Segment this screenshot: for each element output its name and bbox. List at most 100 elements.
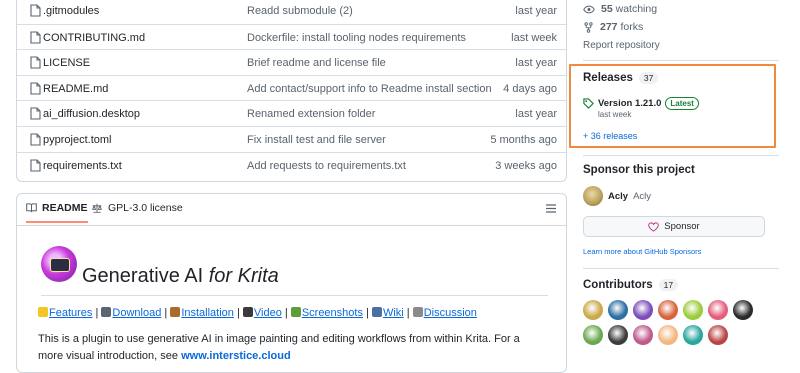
contributor-avatar[interactable] xyxy=(608,300,628,320)
contributor-avatar[interactable] xyxy=(633,325,653,345)
readme-link-discussion[interactable]: Discussion xyxy=(424,307,477,319)
contributor-avatar[interactable] xyxy=(633,300,653,320)
release-version: Version 1.21.0 xyxy=(598,98,662,109)
forks-stat[interactable]: 277 forks xyxy=(583,21,643,33)
contributor-avatar[interactable] xyxy=(608,325,628,345)
film-icon xyxy=(242,307,253,317)
releases-heading[interactable]: Releases 37 xyxy=(583,72,659,84)
commit-message-link[interactable]: Dockerfile: install tooling nodes requir… xyxy=(247,32,466,44)
commit-message-link[interactable]: Add requests to requirements.txt xyxy=(247,160,406,172)
file-icon xyxy=(30,82,41,95)
link-separator: | xyxy=(92,307,102,319)
releases-title: Releases xyxy=(583,72,633,84)
commit-time: 3 weeks ago xyxy=(495,159,557,172)
tab-readme[interactable]: README xyxy=(26,202,88,223)
download-arrow-icon xyxy=(101,307,112,317)
commit-time: last week xyxy=(511,31,557,44)
file-icon xyxy=(30,159,41,172)
commit-message-link[interactable]: Add contact/support info to Readme insta… xyxy=(247,83,492,95)
picture-icon xyxy=(290,307,301,317)
book-icon xyxy=(26,203,37,213)
readme-link-screenshots[interactable]: Screenshots xyxy=(302,307,363,319)
commit-time: 4 days ago xyxy=(503,82,557,95)
commit-message-link[interactable]: Fix install test and file server xyxy=(247,134,386,146)
avatar xyxy=(583,186,603,206)
file-row: ai_diffusion.desktop Renamed extension fo… xyxy=(17,100,566,126)
link-separator: | xyxy=(362,307,372,319)
more-releases-link[interactable]: + 36 releases xyxy=(583,131,637,141)
divider xyxy=(583,60,779,61)
file-name-link[interactable]: pyproject.toml xyxy=(43,134,111,146)
watching-count: 55 xyxy=(601,3,613,15)
contributor-avatar[interactable] xyxy=(708,300,728,320)
releases-count: 37 xyxy=(638,72,659,84)
file-name-link[interactable]: README.md xyxy=(43,83,108,95)
contributors-title: Contributors xyxy=(583,279,653,291)
readme-tab-bar: README GPL-3.0 license xyxy=(17,194,566,226)
file-icon xyxy=(30,133,41,146)
commit-time: last year xyxy=(515,57,557,70)
file-icon xyxy=(30,56,41,69)
watching-stat[interactable]: 55 watching xyxy=(583,3,657,15)
contributor-avatar[interactable] xyxy=(708,325,728,345)
readme-description: This is a plugin to use generative AI in… xyxy=(38,331,538,365)
sparkles-icon xyxy=(38,307,48,317)
sponsor-login: Acly xyxy=(608,190,629,202)
forks-count: 277 xyxy=(600,21,618,33)
tab-license[interactable]: GPL-3.0 license xyxy=(91,202,183,214)
file-name-link[interactable]: requirements.txt xyxy=(43,160,122,172)
readme-link-features[interactable]: Features xyxy=(49,307,92,319)
file-row: README.md Add contact/support info to Rea… xyxy=(17,74,566,101)
commit-message-link[interactable]: Renamed extension folder xyxy=(247,108,375,120)
readme-title-em: for Krita xyxy=(208,265,279,287)
file-name-link[interactable]: .gitmodules xyxy=(43,5,99,17)
contributor-avatar[interactable] xyxy=(683,325,703,345)
scale-icon xyxy=(92,203,102,213)
forks-label: forks xyxy=(620,21,644,33)
sponsor-button-label: Sponsor xyxy=(664,221,700,232)
readme-link-video[interactable]: Video xyxy=(254,307,282,319)
commit-time: last year xyxy=(515,5,557,17)
interstice-link[interactable]: www.interstice.cloud xyxy=(181,350,291,362)
tab-readme-label: README xyxy=(42,202,88,214)
tag-icon xyxy=(583,98,594,109)
link-separator: | xyxy=(403,307,413,319)
sponsor-button[interactable]: Sponsor xyxy=(583,216,765,237)
title-divider xyxy=(41,295,548,296)
commit-message-link[interactable]: Brief readme and license file xyxy=(247,57,386,69)
speech-bubble-icon xyxy=(412,307,423,317)
file-name-link[interactable]: CONTRIBUTING.md xyxy=(43,32,145,44)
file-row: LICENSE Brief readme and license file last… xyxy=(17,49,566,75)
commit-time: 5 months ago xyxy=(490,134,557,146)
readme-link-wiki[interactable]: Wiki xyxy=(383,307,404,319)
readme-link-installation[interactable]: Installation xyxy=(181,307,234,319)
contributor-avatar[interactable] xyxy=(583,325,603,345)
latest-badge: Latest xyxy=(665,97,699,110)
file-icon xyxy=(30,4,41,17)
contributor-avatar[interactable] xyxy=(583,300,603,320)
readme-link-download[interactable]: Download xyxy=(112,307,161,319)
file-name-link[interactable]: LICENSE xyxy=(43,57,90,69)
contributor-avatar[interactable] xyxy=(658,325,678,345)
watching-label: watching xyxy=(615,3,658,15)
file-row: CONTRIBUTING.md Dockerfile: install tooli… xyxy=(17,23,566,50)
link-separator: | xyxy=(233,307,243,319)
contributors-heading[interactable]: Contributors 17 xyxy=(583,279,679,291)
tools-icon xyxy=(170,307,181,317)
report-repository-link[interactable]: Report repository xyxy=(583,40,660,51)
commit-message-link[interactable]: Readd submodule (2) xyxy=(247,5,353,17)
contributor-avatar[interactable] xyxy=(733,300,753,320)
learn-sponsors-link[interactable]: Learn more about GitHub Sponsors xyxy=(583,247,701,256)
fork-icon xyxy=(584,21,593,33)
contributor-avatar[interactable] xyxy=(683,300,703,320)
contributor-avatar[interactable] xyxy=(658,300,678,320)
list-icon[interactable] xyxy=(546,204,556,213)
sponsor-heading: Sponsor this project xyxy=(583,164,695,176)
file-name-link[interactable]: ai_diffusion.desktop xyxy=(43,108,140,120)
release-entry[interactable]: Version 1.21.0 Latest xyxy=(598,97,699,110)
sponsor-title: Sponsor this project xyxy=(583,164,695,176)
commit-time: last year xyxy=(515,108,557,121)
link-separator: | xyxy=(281,307,291,319)
file-row: pyproject.toml Fix install test and file … xyxy=(17,126,566,152)
sponsor-user[interactable]: Acly Acly xyxy=(583,186,651,206)
